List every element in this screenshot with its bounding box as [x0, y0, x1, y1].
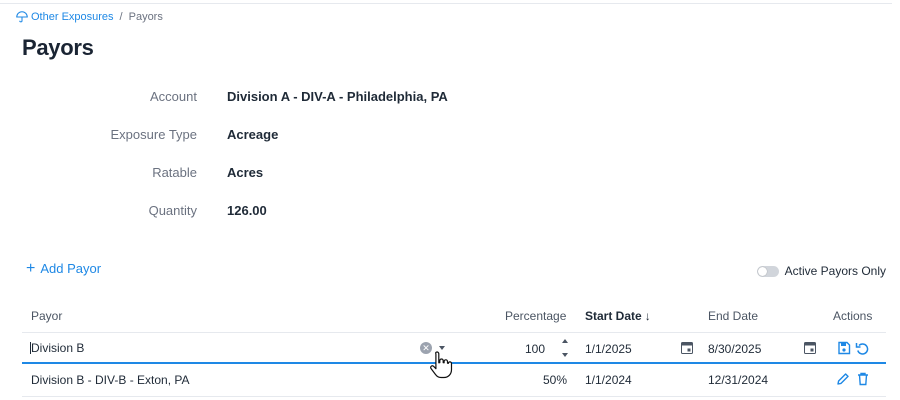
hand-pointer-cursor-icon	[430, 351, 453, 379]
sort-down-arrow-icon: ↓	[644, 309, 651, 323]
active-payors-toggle-group: Active Payors Only	[756, 264, 886, 278]
breadcrumb-current: Payors	[128, 11, 163, 23]
detail-label: Exposure Type	[110, 127, 197, 142]
percentage-cell: 50%	[543, 373, 568, 387]
breadcrumb: Other Exposures / Payors	[16, 11, 163, 23]
breadcrumb-parent-link[interactable]: Other Exposures	[16, 11, 114, 23]
payor-input-value: Division B	[31, 341, 85, 355]
breadcrumb-parent-label: Other Exposures	[31, 11, 114, 23]
stepper-up-icon[interactable]	[562, 339, 568, 343]
payor-cell: Division B - DIV-B - Exton, PA	[31, 373, 190, 387]
toggle-knob	[757, 266, 767, 276]
active-payors-label: Active Payors Only	[784, 264, 886, 278]
start-date-cell: 1/1/2024	[585, 373, 632, 387]
save-icon[interactable]	[837, 341, 851, 355]
breadcrumb-separator: /	[119, 11, 123, 23]
table-row: Division B - DIV-B - Exton, PA 50% 1/1/2…	[22, 364, 886, 397]
detail-row-ratable: Ratable Acres	[0, 165, 600, 185]
column-header-percentage[interactable]: Percentage	[505, 309, 566, 323]
undo-icon[interactable]	[855, 341, 869, 355]
detail-value: Division A - DIV-A - Philadelphia, PA	[227, 89, 448, 104]
column-header-payor[interactable]: Payor	[31, 309, 62, 323]
table-row-editing: Division B ✕ 100 1/1/2025 8/30/2025	[22, 333, 886, 364]
detail-label: Quantity	[148, 203, 197, 218]
end-date-cell: 12/31/2024	[708, 373, 769, 387]
edit-pencil-icon[interactable]	[836, 372, 850, 386]
detail-value: Acres	[227, 165, 264, 180]
table-header: Payor Percentage Start Date ↓ End Date Ac…	[22, 300, 886, 333]
detail-row-quantity: Quantity 126.00	[0, 203, 600, 223]
umbrella-icon	[16, 11, 28, 23]
active-payors-toggle[interactable]	[756, 265, 779, 277]
calendar-icon[interactable]	[804, 341, 816, 354]
detail-row-exposure-type: Exposure Type Acreage	[0, 127, 600, 147]
payors-table: Payor Percentage Start Date ↓ End Date Ac…	[22, 300, 886, 397]
payor-combobox-input[interactable]: Division B	[30, 341, 84, 355]
end-date-input[interactable]: 8/30/2025	[708, 342, 761, 356]
detail-label: Account	[150, 89, 197, 104]
column-header-start-date[interactable]: Start Date ↓	[585, 309, 651, 323]
top-divider	[0, 3, 892, 4]
add-payor-button[interactable]: + Add Payor	[26, 260, 102, 277]
page-title: Payors	[22, 35, 94, 60]
add-payor-label: Add Payor	[40, 261, 102, 276]
stepper-down-icon[interactable]	[562, 353, 568, 357]
start-date-input[interactable]: 1/1/2025	[585, 342, 632, 356]
detail-label: Ratable	[152, 165, 197, 180]
column-header-actions: Actions	[833, 309, 873, 323]
percentage-input[interactable]: 100	[525, 342, 545, 356]
detail-row-account: Account Division A - DIV-A - Philadelphi…	[0, 89, 600, 109]
percentage-stepper[interactable]	[561, 337, 569, 359]
start-date-header-label: Start Date	[585, 309, 642, 323]
detail-value: 126.00	[227, 203, 267, 218]
calendar-icon[interactable]	[681, 341, 693, 354]
trash-icon[interactable]	[856, 372, 870, 386]
column-header-end-date[interactable]: End Date	[708, 309, 758, 323]
plus-icon: +	[26, 260, 36, 277]
detail-value: Acreage	[227, 127, 279, 142]
